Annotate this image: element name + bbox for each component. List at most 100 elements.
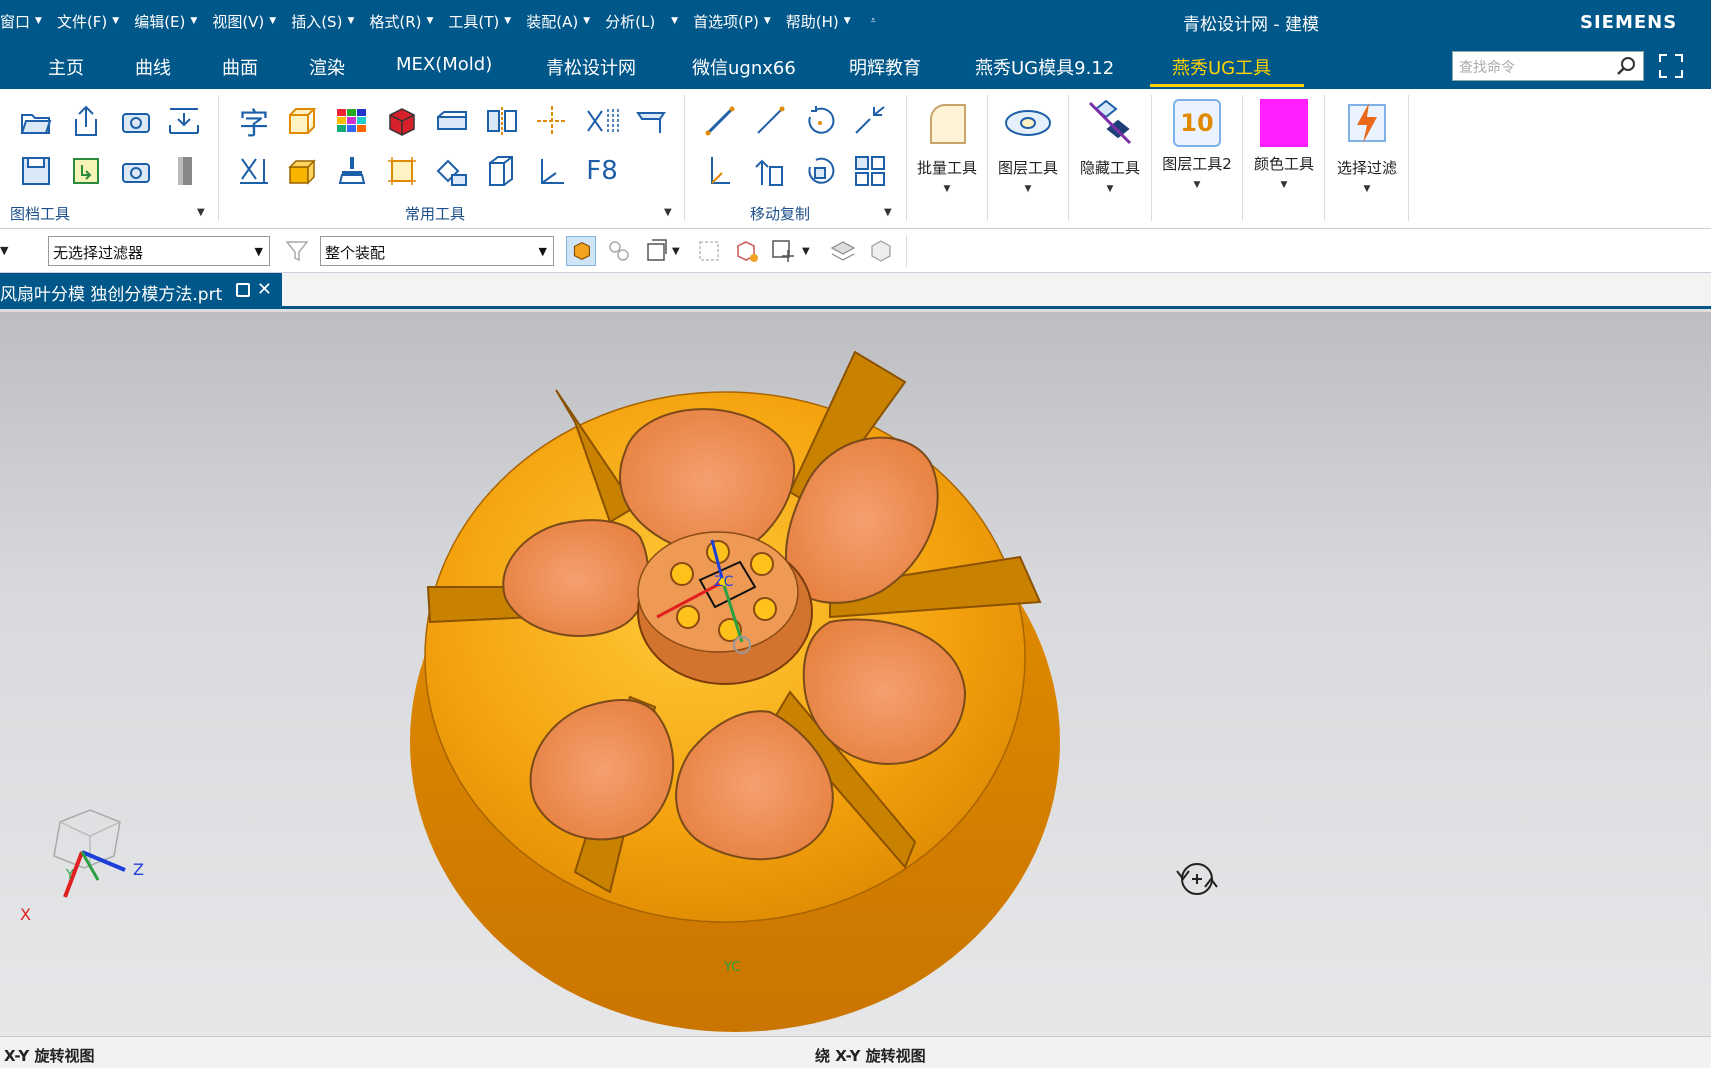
tab-render[interactable]: 渲染 — [309, 54, 345, 80]
box-outline-icon[interactable] — [284, 103, 320, 139]
line-icon[interactable] — [702, 103, 738, 139]
overflow-chevron-icon: ⩡ — [870, 16, 876, 26]
camera-icon[interactable] — [118, 153, 154, 189]
crosshair-icon[interactable] — [534, 103, 570, 139]
thicken-icon[interactable] — [484, 153, 520, 189]
select-feature-icon[interactable] — [604, 236, 634, 266]
extrude-face-icon[interactable] — [634, 103, 670, 139]
tab-wechat[interactable]: 微信ugnx66 — [692, 54, 796, 80]
datum-csys-icon[interactable] — [534, 153, 570, 189]
menu-window[interactable]: 窗口 ▼ — [0, 11, 57, 32]
red-cube-icon[interactable] — [384, 103, 420, 139]
group-expand-icon[interactable]: ▼ — [884, 207, 892, 218]
layer-number-icon: 10 — [1173, 99, 1221, 147]
chevron-down-icon: ▼ — [538, 245, 547, 258]
close-icon[interactable]: ✕ — [257, 279, 272, 300]
tab-mex-mold[interactable]: MEX(Mold) — [396, 54, 492, 75]
select-component-icon[interactable] — [642, 236, 672, 266]
import-icon[interactable] — [166, 103, 202, 139]
select-body-icon[interactable] — [566, 236, 596, 266]
tab-surface[interactable]: 曲面 — [222, 54, 258, 80]
chevron-down-icon: ▼ — [671, 16, 679, 26]
layer-eye-icon — [1005, 110, 1051, 136]
move-face-icon[interactable] — [434, 153, 470, 189]
delete-lines-icon[interactable] — [584, 103, 620, 139]
menu-analysis[interactable]: 分析(L) ▼ — [605, 11, 693, 32]
save-as-icon[interactable] — [68, 153, 104, 189]
snapshot-icon[interactable] — [118, 103, 154, 139]
export-icon[interactable] — [68, 103, 104, 139]
show-layer-icon[interactable] — [828, 236, 858, 266]
menu-assembly[interactable]: 装配(A) ▼ — [526, 11, 605, 32]
point-to-point-icon[interactable] — [852, 103, 888, 139]
rotate-copy-icon[interactable] — [802, 153, 838, 189]
search-icon[interactable] — [1615, 55, 1637, 77]
group-expand-icon[interactable]: ▼ — [197, 207, 205, 218]
tab-yanxiu-tools[interactable]: 燕秀UG工具 — [1172, 54, 1271, 80]
layer-tools-2-button[interactable]: 10 图层工具2 ▼ — [1160, 95, 1234, 205]
document-tab[interactable]: 风扇叶分模 独创分模方法.prt ✕ — [0, 273, 282, 309]
yellow-box-icon[interactable] — [284, 153, 320, 189]
color-tools-button[interactable]: 颜色工具 ▼ — [1247, 95, 1321, 205]
add-body-icon[interactable] — [732, 236, 762, 266]
group-label-common: 常用工具 — [405, 205, 466, 223]
menu-format[interactable]: 格式(R) ▼ — [369, 11, 448, 32]
open-folder-icon[interactable] — [18, 103, 54, 139]
menu-overflow[interactable]: ⩡ — [866, 16, 891, 26]
brush-icon[interactable] — [334, 153, 370, 189]
line-copy-icon[interactable] — [752, 103, 788, 139]
move-up-icon[interactable] — [752, 153, 788, 189]
menu-insert[interactable]: 插入(S) ▼ — [291, 11, 369, 32]
group-label-move-copy: 移动复制 — [750, 205, 811, 223]
chevron-down-icon: ▼ — [943, 184, 951, 194]
selection-scope-select[interactable]: 整个装配 ▼ — [320, 236, 554, 266]
text-tool-icon[interactable]: 字 — [236, 103, 272, 142]
filter-funnel-icon[interactable] — [282, 236, 312, 266]
mirror-icon[interactable] — [484, 103, 520, 139]
slot-icon[interactable] — [434, 103, 470, 139]
type-filter-select[interactable]: 无选择过滤器 ▼ — [48, 236, 270, 266]
menu-view[interactable]: 视图(V) ▼ — [212, 11, 291, 32]
hide-tools-button[interactable]: 隐藏工具 ▼ — [1073, 95, 1147, 205]
chevron-down-icon: ▼ — [843, 16, 851, 26]
fan-mold-model[interactable] — [0, 312, 1711, 1036]
ribbon: 图档工具 ▼ 字 F8 常用工具 ▼ 移动复制 ▼ 批量工具 ▼ 图层工具 ▼ — [0, 89, 1711, 229]
color-palette-icon[interactable] — [334, 103, 370, 139]
gray-block-icon[interactable] — [166, 153, 202, 189]
graphics-viewport[interactable]: ZC YC Z Y X — [0, 312, 1711, 1036]
f8-view-icon[interactable]: F8 — [584, 153, 620, 189]
batch-tools-button[interactable]: 批量工具 ▼ — [910, 95, 984, 205]
snap-point-icon[interactable] — [768, 236, 798, 266]
save-icon[interactable] — [18, 153, 54, 189]
menu-edit[interactable]: 编辑(E) ▼ — [134, 11, 212, 32]
popout-icon[interactable] — [236, 283, 250, 297]
layer-tools-button[interactable]: 图层工具 ▼ — [991, 95, 1065, 205]
tab-yanxiu-mold[interactable]: 燕秀UG模具9.12 — [975, 54, 1114, 80]
fullscreen-icon[interactable] — [1657, 52, 1685, 80]
menu-file[interactable]: 文件(F) ▼ — [57, 11, 134, 32]
array-icon[interactable] — [852, 153, 888, 189]
bounding-box-icon[interactable] — [384, 153, 420, 189]
chevron-down-icon: ▼ — [1024, 184, 1032, 194]
chevron-down-icon: ▼ — [1280, 180, 1288, 190]
menu-toggle-icon[interactable]: ▼ — [0, 244, 30, 274]
tab-minghui[interactable]: 明辉教育 — [849, 54, 921, 80]
move-along-icon[interactable] — [702, 153, 738, 189]
remove-params-icon[interactable] — [236, 153, 272, 189]
menu-preferences[interactable]: 首选项(P) ▼ — [693, 11, 786, 32]
siemens-logo: SIEMENS — [1580, 12, 1678, 33]
zoom-select-icon[interactable] — [694, 236, 724, 266]
chevron-down-icon: ▼ — [347, 16, 355, 26]
tab-home[interactable]: 主页 — [48, 54, 84, 80]
chevron-down-icon: ▼ — [426, 16, 434, 26]
window-title: 青松设计网 - 建模 — [1183, 15, 1319, 35]
selection-filter-button[interactable]: 选择过滤 ▼ — [1330, 95, 1404, 205]
menu-help[interactable]: 帮助(H) ▼ — [786, 11, 866, 32]
group-expand-icon[interactable]: ▼ — [664, 207, 672, 218]
command-search-input[interactable]: 查找命令 — [1452, 51, 1644, 81]
rotate-icon[interactable] — [802, 103, 838, 139]
tab-qingsong[interactable]: 青松设计网 — [546, 54, 636, 80]
wireframe-layer-icon[interactable] — [866, 236, 896, 266]
menu-tools[interactable]: 工具(T) ▼ — [448, 11, 526, 32]
tab-curve[interactable]: 曲线 — [135, 54, 171, 80]
